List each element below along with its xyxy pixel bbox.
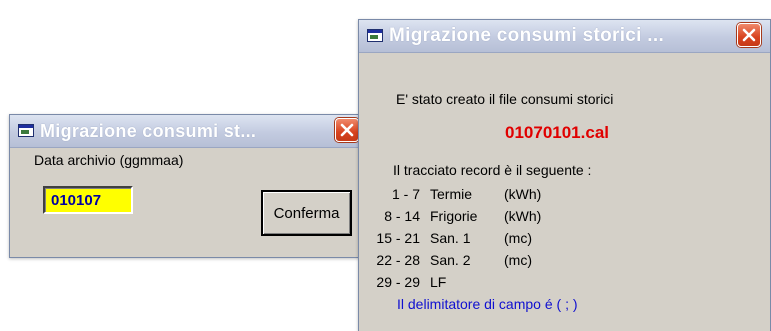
created-message: E' stato creato il file consumi storici <box>396 91 614 107</box>
record-unit: (mc) <box>504 252 532 268</box>
app-window-icon <box>18 124 34 137</box>
record-range: 1 - 7 <box>391 186 420 202</box>
record-field: San. 2 <box>430 252 471 268</box>
close-icon <box>340 123 354 137</box>
dialog-title: Migrazione consumi storici ... <box>389 25 665 46</box>
record-field: San. 1 <box>430 230 471 246</box>
dialog-title-bar[interactable]: Migrazione consumi st... <box>10 115 360 148</box>
close-button[interactable] <box>335 118 359 142</box>
record-unit: (kWh) <box>504 186 542 202</box>
date-field-label: Data archivio (ggmmaa) <box>34 152 184 168</box>
record-layout-header: Il tracciato record è il seguente : <box>393 162 592 178</box>
record-range: 29 - 29 <box>376 274 420 290</box>
record-unit: (mc) <box>504 230 532 246</box>
record-range: 8 - 14 <box>384 208 420 224</box>
close-icon <box>742 28 756 42</box>
record-field: Termie <box>430 186 473 202</box>
record-field: LF <box>430 274 447 290</box>
record-unit: (kWh) <box>504 208 542 224</box>
dialog-title: Migrazione consumi st... <box>40 121 257 141</box>
date-field[interactable] <box>43 186 133 214</box>
close-button[interactable] <box>737 23 761 47</box>
created-filename: 01070101.cal <box>505 123 609 142</box>
dialog-title-bar[interactable]: Migrazione consumi storici ... <box>359 20 770 53</box>
record-range: 22 - 28 <box>376 252 420 268</box>
record-range: 15 - 21 <box>376 230 420 246</box>
app-window-icon <box>367 29 383 42</box>
delimiter-note: Il delimitatore di campo é ( ; ) <box>397 296 578 312</box>
confirm-button[interactable]: Conferma <box>261 190 352 236</box>
record-field: Frigorie <box>430 208 478 224</box>
